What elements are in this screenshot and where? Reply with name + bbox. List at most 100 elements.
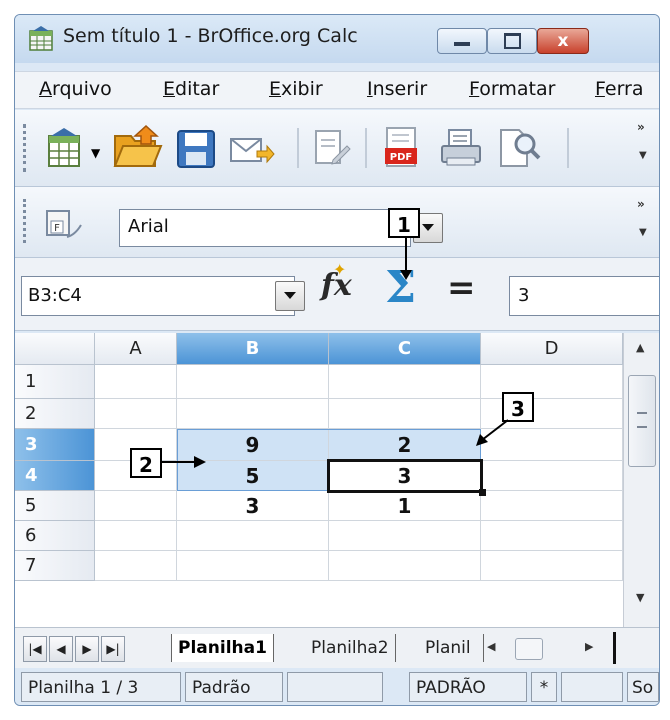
cell-d7[interactable] — [481, 551, 623, 581]
menu-ferramentas[interactable]: Ferra — [595, 78, 644, 100]
tab-planilha1[interactable]: Planilha1 — [171, 634, 274, 662]
menu-inserir[interactable]: Inserir — [367, 78, 427, 100]
row-header-6[interactable]: 6 — [15, 521, 95, 551]
scroll-left-icon[interactable]: ◀ — [487, 640, 495, 653]
name-box-dropdown[interactable] — [275, 281, 305, 311]
status-sheet-info: Planilha 1 / 3 — [21, 672, 181, 702]
font-name-box[interactable]: Arial — [119, 209, 411, 247]
close-icon: x — [557, 31, 569, 51]
cell-b5[interactable]: 3 — [177, 491, 329, 521]
last-sheet-icon[interactable]: ▶| — [101, 636, 125, 662]
standard-toolbar: ▼ PDF » ▼ — [15, 110, 659, 187]
email-icon[interactable] — [229, 136, 275, 170]
new-document-icon[interactable] — [43, 126, 87, 174]
menu-exibir[interactable]: Exibir — [269, 78, 323, 100]
maximize-button[interactable] — [487, 28, 537, 54]
spreadsheet-grid: A B C D 1 2 3 4 5 6 7 9 2 5 3 3 1 ▲ ▼ — [15, 333, 659, 633]
status-insert-mode[interactable]: PADRÃO — [409, 672, 527, 702]
callout-arrow-2 — [162, 456, 206, 468]
vertical-scrollbar[interactable]: ▲ ▼ — [623, 333, 659, 633]
column-header-a[interactable]: A — [95, 333, 177, 365]
function-equals-icon[interactable]: = — [447, 268, 476, 308]
previous-sheet-icon[interactable]: ◀ — [49, 636, 73, 662]
next-sheet-icon[interactable]: ▶ — [75, 636, 99, 662]
chevron-down-icon — [422, 224, 434, 231]
toolbar-options-icon[interactable]: ▼ — [639, 150, 647, 161]
cell-c1[interactable] — [329, 365, 481, 399]
row-header-5[interactable]: 5 — [15, 491, 95, 521]
formatting-toolbar: F Arial » ▼ — [15, 187, 659, 258]
cell-c7[interactable] — [329, 551, 481, 581]
scroll-up-icon[interactable]: ▲ — [636, 341, 644, 354]
formula-input[interactable]: 3 — [509, 276, 659, 316]
new-dropdown-icon[interactable]: ▼ — [91, 146, 100, 160]
column-header-b[interactable]: B — [177, 333, 329, 365]
toolbar-separator — [297, 128, 299, 168]
toolbar-grip[interactable] — [23, 199, 30, 243]
cell-a6[interactable] — [95, 521, 177, 551]
close-button[interactable]: x — [537, 28, 589, 54]
tab-planilha2[interactable]: Planilha2 — [305, 634, 396, 662]
cell-b2[interactable] — [177, 399, 329, 429]
cell-a7[interactable] — [95, 551, 177, 581]
row-header-7[interactable]: 7 — [15, 551, 95, 581]
status-signature[interactable] — [561, 672, 623, 702]
menu-label: Editar — [163, 78, 220, 100]
active-cell-cursor — [327, 459, 483, 493]
cell-a5[interactable] — [95, 491, 177, 521]
row-header-1[interactable]: 1 — [15, 365, 95, 399]
print-icon[interactable] — [439, 128, 483, 172]
status-page-style[interactable]: Padrão — [185, 672, 283, 702]
scroll-down-icon[interactable]: ▼ — [636, 591, 644, 604]
svg-text:PDF: PDF — [390, 152, 412, 163]
tab-planilha3[interactable]: Planil — [419, 634, 484, 662]
horizontal-scroll-thumb[interactable] — [515, 638, 543, 660]
formula-bar: B3:C4 fx ✦ Σ = 3 — [15, 258, 659, 331]
maximize-icon — [504, 33, 521, 49]
cell-d5[interactable] — [481, 491, 623, 521]
select-all-corner[interactable] — [15, 333, 95, 365]
status-bar: Planilha 1 / 3 Padrão PADRÃO * So — [15, 669, 659, 705]
menu-editar[interactable]: Editar — [163, 78, 219, 100]
cell-b1[interactable] — [177, 365, 329, 399]
row-header-2[interactable]: 2 — [15, 399, 95, 429]
toolbar-options-icon[interactable]: ▼ — [639, 227, 647, 238]
minimize-icon — [454, 42, 470, 46]
scroll-right-icon[interactable]: ▶ — [585, 640, 593, 653]
first-sheet-icon[interactable]: |◀ — [23, 636, 47, 662]
cell-a2[interactable] — [95, 399, 177, 429]
cell-b6[interactable] — [177, 521, 329, 551]
callout-1: 1 — [388, 208, 420, 238]
export-pdf-icon[interactable]: PDF — [381, 126, 421, 174]
column-header-d[interactable]: D — [481, 333, 623, 365]
toolbar-overflow-icon[interactable]: » — [637, 120, 645, 134]
status-zoom[interactable] — [287, 672, 383, 702]
edit-file-icon[interactable] — [311, 128, 351, 172]
row-header-3[interactable]: 3 — [15, 429, 95, 461]
cell-c2[interactable] — [329, 399, 481, 429]
cell-c6[interactable] — [329, 521, 481, 551]
styles-icon[interactable]: F — [45, 207, 85, 245]
row-header-4[interactable]: 4 — [15, 461, 95, 491]
cell-a1[interactable] — [95, 365, 177, 399]
page-preview-icon[interactable] — [497, 126, 543, 174]
column-header-c[interactable]: C — [329, 333, 481, 365]
vertical-scroll-thumb[interactable] — [628, 375, 656, 467]
horizontal-scrollbar[interactable]: ◀ ▶ — [481, 634, 605, 662]
cell-b7[interactable] — [177, 551, 329, 581]
toolbar-overflow-icon[interactable]: » — [637, 197, 645, 211]
menu-formatar[interactable]: Formatar — [469, 78, 555, 100]
tab-split-handle[interactable] — [613, 632, 616, 664]
name-box[interactable]: B3:C4 — [21, 276, 295, 316]
toolbar-grip[interactable] — [23, 124, 30, 172]
fill-handle[interactable] — [479, 489, 486, 496]
cell-d6[interactable] — [481, 521, 623, 551]
minimize-button[interactable] — [437, 28, 487, 54]
title-bar: Sem título 1 - BrOffice.org Calc x — [15, 15, 659, 63]
status-modified: * — [531, 672, 557, 702]
cell-d4[interactable] — [481, 461, 623, 491]
save-icon[interactable] — [175, 128, 217, 174]
open-folder-icon[interactable] — [111, 122, 163, 176]
menu-arquivo[interactable]: Arquivo — [39, 78, 112, 100]
cell-c5[interactable]: 1 — [329, 491, 481, 521]
